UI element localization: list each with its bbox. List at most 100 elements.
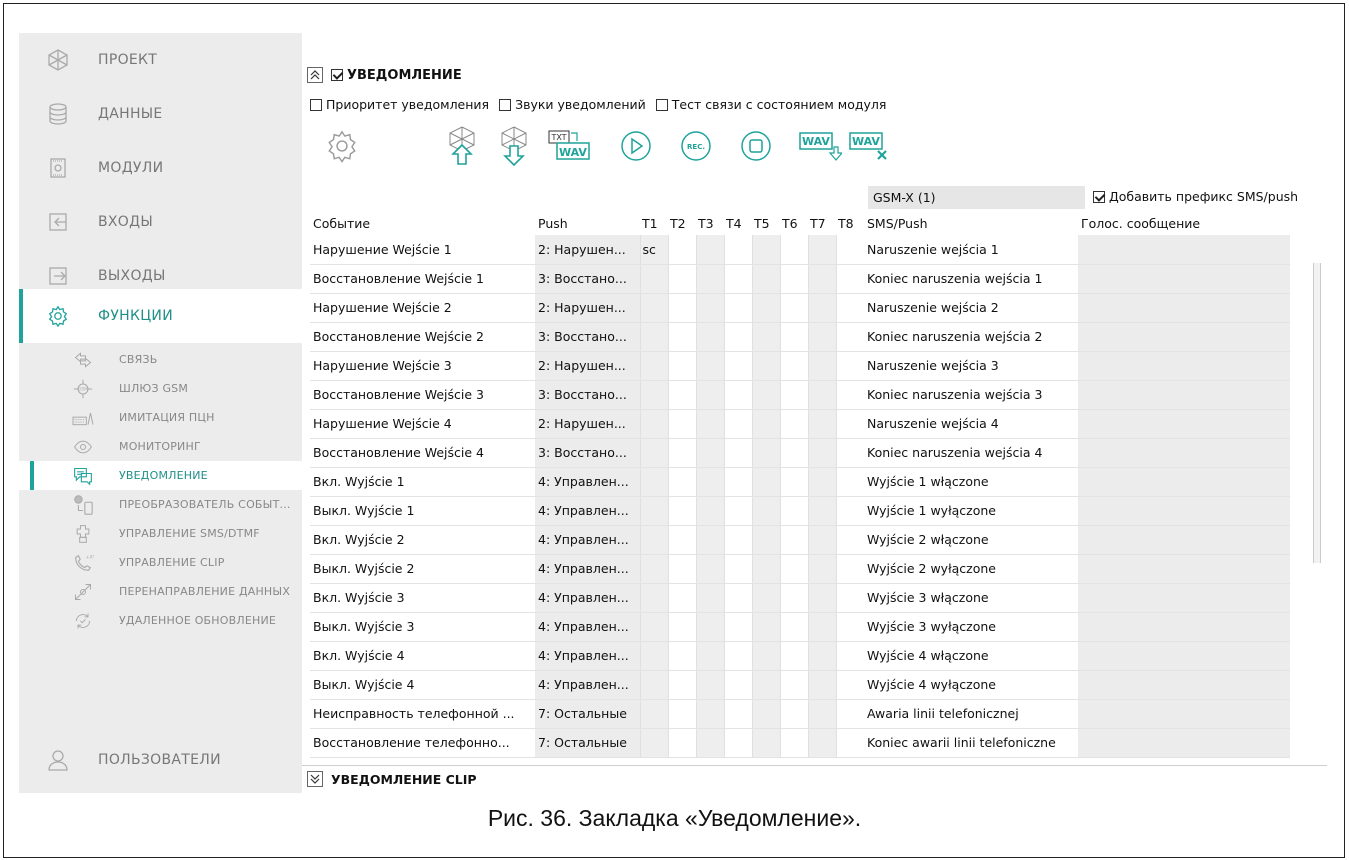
cell-voice[interactable] [1078, 699, 1290, 729]
cell-t3[interactable] [695, 496, 724, 526]
cell-t2[interactable] [667, 612, 696, 642]
sidebar-subitem-remote-update[interactable]: УДАЛЕННОЕ ОБНОВЛЕНИЕ [19, 606, 302, 635]
cell-event[interactable]: Восстановление Wejście 2 [310, 322, 535, 352]
cell-event[interactable]: Восстановление Wejście 3 [310, 380, 535, 410]
cell-t5[interactable] [751, 641, 780, 671]
cell-event[interactable]: Выкл. Wyjście 1 [310, 496, 535, 526]
cell-t7[interactable] [807, 293, 836, 323]
cell-voice[interactable] [1078, 351, 1290, 381]
cell-t7[interactable] [807, 612, 836, 642]
cell-t7[interactable] [807, 235, 836, 265]
cell-event[interactable]: Вкл. Wyjście 1 [310, 467, 535, 497]
cell-t7[interactable] [807, 264, 836, 294]
cell-t4[interactable] [723, 467, 752, 497]
cell-voice[interactable] [1078, 409, 1290, 439]
cell-t6[interactable] [779, 293, 808, 323]
cell-t5[interactable] [751, 525, 780, 555]
cell-t2[interactable] [667, 438, 696, 468]
table-row[interactable]: Восстановление телефонно... 7: Остальные K… [310, 728, 1290, 758]
cell-t4[interactable] [723, 525, 752, 555]
cell-t1[interactable] [639, 380, 668, 410]
cell-t2[interactable] [667, 554, 696, 584]
cell-t5[interactable] [751, 496, 780, 526]
cell-t3[interactable] [695, 438, 724, 468]
table-row[interactable]: Вкл. Wyjście 2 4: Управлен... Wyjście 2 wł… [310, 525, 1290, 555]
wav-download-button[interactable]: WAV [798, 123, 842, 169]
cell-t4[interactable] [723, 409, 752, 439]
cell-event[interactable]: Выкл. Wyjście 3 [310, 612, 535, 642]
cell-event[interactable]: Восстановление Wejście 1 [310, 264, 535, 294]
cell-t8[interactable] [835, 322, 864, 352]
cell-t3[interactable] [695, 525, 724, 555]
cell-t5[interactable] [751, 322, 780, 352]
cell-t7[interactable] [807, 583, 836, 613]
cell-voice[interactable] [1078, 496, 1290, 526]
cell-sms[interactable]: Wyjście 1 wyłączone [864, 496, 1078, 526]
cell-sms[interactable]: Koniec naruszenia wejścia 3 [864, 380, 1078, 410]
table-row[interactable]: Выкл. Wyjście 3 4: Управлен... Wyjście 3 w… [310, 612, 1290, 642]
cell-t1[interactable] [639, 554, 668, 584]
cell-t1[interactable] [639, 351, 668, 381]
cell-event[interactable]: Нарушение Wejście 3 [310, 351, 535, 381]
cell-t8[interactable] [835, 641, 864, 671]
sidebar-subitem-monitoring[interactable]: МОНИТОРИНГ [19, 432, 302, 461]
sidebar-subitem-communication[interactable]: СВЯЗЬ [19, 345, 302, 374]
cell-sms[interactable]: Wyjście 1 włączone [864, 467, 1078, 497]
cell-t6[interactable] [779, 670, 808, 700]
cell-t6[interactable] [779, 264, 808, 294]
cell-t8[interactable] [835, 699, 864, 729]
table-row[interactable]: Вкл. Wyjście 4 4: Управлен... Wyjście 4 wł… [310, 641, 1290, 671]
cell-t1[interactable] [639, 467, 668, 497]
cell-t1[interactable] [639, 699, 668, 729]
option-priority[interactable]: Приоритет уведомления [310, 97, 489, 112]
cell-t8[interactable] [835, 409, 864, 439]
cell-t1[interactable]: sc [639, 235, 668, 265]
cell-t5[interactable] [751, 409, 780, 439]
cell-sms[interactable]: Wyjście 3 wyłączone [864, 612, 1078, 642]
cell-t7[interactable] [807, 438, 836, 468]
cell-t6[interactable] [779, 728, 808, 758]
cell-t3[interactable] [695, 728, 724, 758]
expand-toggle[interactable] [307, 771, 323, 787]
cell-voice[interactable] [1078, 641, 1290, 671]
txt-to-wav-button[interactable]: TXT WAV [547, 123, 591, 169]
priority-checkbox[interactable] [310, 98, 322, 111]
cell-t3[interactable] [695, 409, 724, 439]
column-header-event[interactable]: Событие [310, 211, 535, 235]
table-row[interactable]: Восстановление Wejście 3 3: Восстано... Ko… [310, 380, 1290, 410]
cell-event[interactable]: Нарушение Wejście 1 [310, 235, 535, 265]
cell-t3[interactable] [695, 322, 724, 352]
wav-delete-button[interactable]: WAV [848, 123, 892, 169]
table-row[interactable]: Восстановление Wejście 2 3: Восстано... Ko… [310, 322, 1290, 352]
cell-t4[interactable] [723, 235, 752, 265]
cell-push[interactable]: 2: Нарушен... [535, 409, 640, 439]
cell-t1[interactable] [639, 322, 668, 352]
cell-push[interactable]: 4: Управлен... [535, 670, 640, 700]
cell-t5[interactable] [751, 438, 780, 468]
table-row[interactable]: Выкл. Wyjście 4 4: Управлен... Wyjście 4 w… [310, 670, 1290, 700]
cell-t5[interactable] [751, 670, 780, 700]
cell-t7[interactable] [807, 496, 836, 526]
download-button[interactable] [494, 123, 534, 169]
cell-push[interactable]: 2: Нарушен... [535, 293, 640, 323]
option-link-test[interactable]: Тест связи с состоянием модуля [655, 97, 886, 112]
cell-t8[interactable] [835, 438, 864, 468]
cell-push[interactable]: 3: Восстано... [535, 438, 640, 468]
cell-t5[interactable] [751, 728, 780, 758]
cell-t1[interactable] [639, 728, 668, 758]
cell-t5[interactable] [751, 583, 780, 613]
cell-voice[interactable] [1078, 467, 1290, 497]
sidebar-subitem-clip-control[interactable]: +XYZ УПРАВЛЕНИЕ CLIP [19, 548, 302, 577]
cell-sms[interactable]: Wyjście 4 wyłączone [864, 670, 1078, 700]
cell-sms[interactable]: Awaria linii telefonicznej [864, 699, 1078, 729]
cell-t2[interactable] [667, 699, 696, 729]
cell-t1[interactable] [639, 264, 668, 294]
cell-t2[interactable] [667, 525, 696, 555]
cell-t8[interactable] [835, 670, 864, 700]
cell-t2[interactable] [667, 351, 696, 381]
cell-voice[interactable] [1078, 670, 1290, 700]
cell-t6[interactable] [779, 409, 808, 439]
column-header-t7[interactable]: T7 [808, 211, 836, 235]
cell-t6[interactable] [779, 525, 808, 555]
cell-t2[interactable] [667, 235, 696, 265]
